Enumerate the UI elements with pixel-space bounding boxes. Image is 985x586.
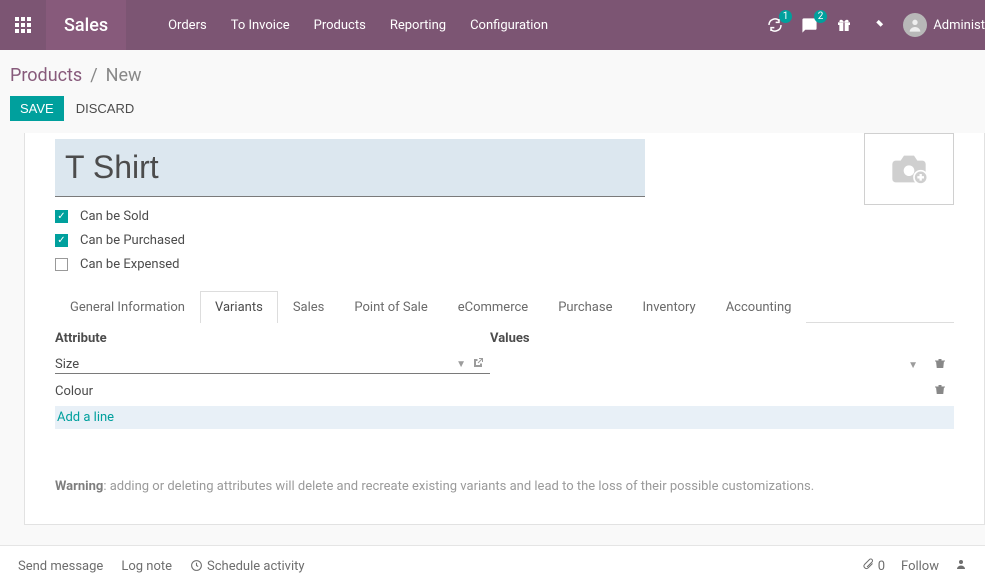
top-navbar: Sales Orders To Invoice Products Reporti… [0, 0, 985, 50]
attribute-row-colour: Colour [55, 378, 954, 404]
camera-plus-icon [886, 149, 932, 189]
add-line-button[interactable]: Add a line [57, 410, 114, 425]
tab-ecommerce[interactable]: eCommerce [443, 291, 543, 323]
breadcrumb-current: New [106, 65, 142, 86]
user-icon [955, 558, 967, 570]
apps-launcher[interactable] [0, 0, 46, 50]
external-link-icon[interactable] [472, 357, 484, 373]
log-note-button[interactable]: Log note [121, 559, 172, 574]
refresh-button[interactable]: 1 [767, 17, 783, 33]
tools-icon [870, 18, 885, 33]
can-be-sold-label: Can be Sold [80, 209, 149, 224]
chat-button[interactable]: 2 [801, 17, 818, 34]
discard-button[interactable]: DISCARD [76, 101, 135, 116]
product-flags: Can be Sold Can be Purchased Can be Expe… [55, 209, 954, 272]
schedule-activity-button[interactable]: Schedule activity [190, 559, 305, 574]
save-button[interactable]: SAVE [10, 96, 64, 121]
can-be-sold-row: Can be Sold [55, 209, 954, 224]
can-be-expensed-row: Can be Expensed [55, 257, 954, 272]
tools-button[interactable] [870, 18, 885, 33]
nav-right: 1 2 Administ [767, 13, 985, 37]
gift-button[interactable] [836, 17, 852, 33]
nav-reporting[interactable]: Reporting [390, 18, 446, 33]
attribute-cell[interactable]: Size ▼ [55, 357, 490, 374]
nav-configuration[interactable]: Configuration [470, 18, 548, 33]
nav-orders[interactable]: Orders [168, 18, 207, 33]
chat-badge: 2 [814, 10, 828, 23]
header-attribute: Attribute [55, 331, 490, 346]
can-be-expensed-label: Can be Expensed [80, 257, 180, 272]
avatar-icon [903, 13, 927, 37]
attribute-row-size: Size ▼ ▼ [55, 352, 954, 378]
attachments-button[interactable]: 0 [862, 558, 885, 574]
breadcrumb-products[interactable]: Products [10, 65, 82, 86]
values-cell[interactable]: ▼ [490, 360, 926, 371]
nav-to-invoice[interactable]: To Invoice [231, 18, 290, 33]
tab-sales[interactable]: Sales [278, 291, 340, 323]
can-be-purchased-label: Can be Purchased [80, 233, 185, 248]
gift-icon [836, 17, 852, 33]
can-be-expensed-checkbox[interactable] [55, 258, 68, 271]
product-tabs: General Information Variants Sales Point… [55, 290, 954, 323]
chevron-down-icon[interactable]: ▼ [908, 360, 918, 371]
tab-variants[interactable]: Variants [200, 291, 278, 323]
tab-general-information[interactable]: General Information [55, 291, 200, 323]
delete-row-button[interactable] [934, 359, 946, 373]
trash-icon [934, 383, 946, 396]
tab-point-of-sale[interactable]: Point of Sale [339, 291, 442, 323]
nav-products[interactable]: Products [314, 18, 366, 33]
warning-label: Warning [55, 479, 103, 494]
apps-grid-icon [15, 17, 31, 33]
can-be-sold-checkbox[interactable] [55, 210, 68, 223]
can-be-purchased-checkbox[interactable] [55, 234, 68, 247]
follow-button[interactable]: Follow [901, 559, 939, 574]
clock-icon [190, 559, 203, 572]
followers-button[interactable] [955, 558, 967, 574]
attribute-name-text[interactable]: Colour [55, 384, 484, 399]
attribute-cell[interactable]: Colour [55, 384, 490, 399]
can-be-purchased-row: Can be Purchased [55, 233, 954, 248]
product-image-placeholder[interactable] [864, 133, 954, 205]
user-name-label: Administ [933, 18, 985, 33]
refresh-badge: 1 [779, 10, 793, 23]
attribute-name-input[interactable]: Size [55, 357, 450, 372]
paperclip-icon [862, 558, 874, 570]
action-bar: SAVE DISCARD [0, 96, 985, 133]
form-sheet: Can be Sold Can be Purchased Can be Expe… [24, 133, 985, 525]
attribute-table-header: Attribute Values [55, 323, 954, 352]
user-menu[interactable]: Administ [903, 13, 985, 37]
product-name-input[interactable] [55, 139, 645, 197]
attachments-count: 0 [878, 559, 885, 574]
send-message-button[interactable]: Send message [18, 559, 103, 574]
chatter-bar: Send message Log note Schedule activity … [0, 545, 985, 586]
breadcrumb-separator: / [90, 65, 97, 86]
app-title[interactable]: Sales [46, 0, 126, 50]
warning-text: : adding or deleting attributes will del… [103, 479, 814, 494]
trash-icon [934, 357, 946, 370]
variants-warning: Warning: adding or deleting attributes w… [55, 479, 954, 494]
tab-accounting[interactable]: Accounting [711, 291, 807, 323]
breadcrumb: Products / New [0, 50, 985, 96]
header-values: Values [490, 331, 926, 346]
tab-purchase[interactable]: Purchase [543, 291, 627, 323]
chevron-down-icon[interactable]: ▼ [456, 359, 466, 370]
main-nav: Orders To Invoice Products Reporting Con… [168, 18, 767, 33]
delete-row-button[interactable] [934, 385, 946, 399]
add-line-row: Add a line [55, 406, 954, 429]
tab-inventory[interactable]: Inventory [627, 291, 710, 323]
